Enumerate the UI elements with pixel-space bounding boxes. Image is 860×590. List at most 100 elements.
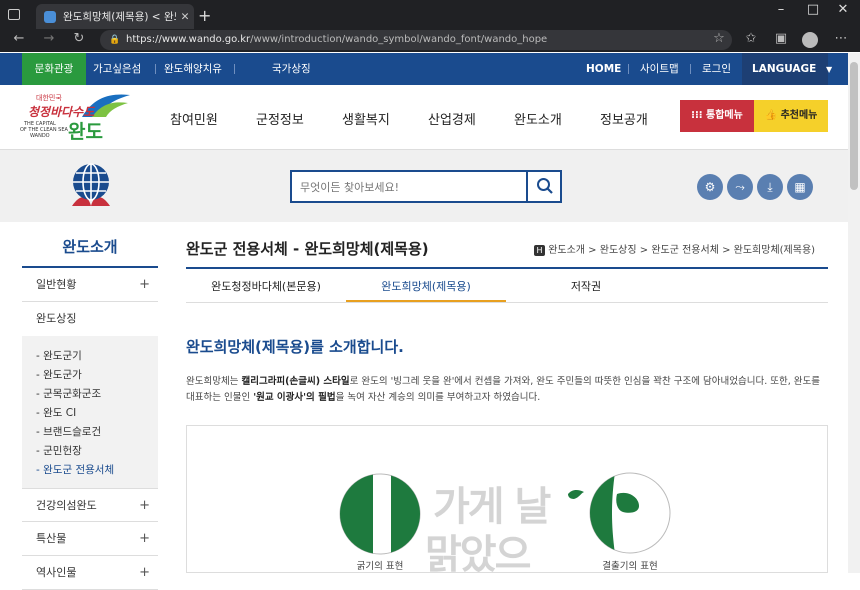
profile-avatar[interactable] xyxy=(802,32,818,48)
sidebar-item-specialty[interactable]: 특산물 + xyxy=(22,522,158,556)
forward-icon[interactable]: → xyxy=(40,31,58,46)
submenu-brand-slogan[interactable]: - 브랜드슬로건 xyxy=(36,424,101,439)
caption-stroke-ending: 결출기의 표현 xyxy=(602,561,658,572)
site-settings-icon[interactable]: ☆ xyxy=(710,31,728,46)
grid-icon: ⁝⁝⁝ xyxy=(691,110,703,121)
sidebar-item-label: 일반현황 xyxy=(36,278,77,291)
tab-hope-font[interactable]: 완도희망체(제목용) xyxy=(346,274,506,302)
sidebar-item-label: 건강의섬완도 xyxy=(36,499,97,512)
url-host: https://www.wando.go.kr xyxy=(126,34,251,45)
sidebar-item-health[interactable]: 건강의섬완도 + xyxy=(22,488,158,522)
site-favicon-icon xyxy=(44,10,56,23)
gnb-public-info[interactable]: 정보공개 xyxy=(600,109,648,128)
sidebar-title: 완도소개 xyxy=(62,238,118,256)
sidebar-item-history[interactable]: 역사인물 + xyxy=(22,556,158,590)
site-header: 대한민국 청정바다수도 THE CAPITAL OF THE CLEAN SEA… xyxy=(0,85,848,150)
font-specimen-box: 가게 날 맑았으 굵기의 표현 결출기의 표현 xyxy=(186,425,828,573)
total-menu-button[interactable]: ⁝⁝⁝ 통합메뉴 xyxy=(680,100,754,132)
caption-stroke-weight: 굵기의 표현 xyxy=(356,561,404,572)
logo-small-text: 대한민국 xyxy=(36,94,62,102)
more-menu-icon[interactable]: ⋯ xyxy=(832,31,850,46)
stroke-weight-illustration xyxy=(339,473,421,555)
site-logo[interactable]: 대한민국 청정바다수도 THE CAPITAL OF THE CLEAN SEA… xyxy=(18,91,133,145)
gear-icon[interactable]: ⚙ xyxy=(697,174,723,200)
submenu-flag[interactable]: - 완도군기 xyxy=(36,348,82,363)
collections-icon[interactable]: ▣ xyxy=(772,31,790,46)
new-tab-button[interactable]: + xyxy=(198,6,211,25)
sitemap-link[interactable]: 사이트맵 xyxy=(640,53,679,85)
download-icon[interactable]: ⤓ xyxy=(757,174,783,200)
browser-tab[interactable]: 완도희망체(제목용) < 완도군 전 ✕ xyxy=(36,4,194,29)
search-icon xyxy=(537,178,553,194)
sidebar: 완도소개 일반현황 + 완도상징 - 완도군기 - 완도군가 - 군목군화군조 … xyxy=(22,222,158,590)
lock-icon: 🔒 xyxy=(109,35,121,45)
gnb-economy[interactable]: 산업경제 xyxy=(428,109,476,128)
address-bar[interactable]: 🔒 https://www.wando.go.kr/www/introducti… xyxy=(100,30,732,50)
sidebar-submenu: - 완도군기 - 완도군가 - 군목군화군조 - 완도 CI - 브랜드슬로건 … xyxy=(22,336,158,488)
home-link[interactable]: HOME xyxy=(586,53,621,85)
share-icon[interactable]: ⤳ xyxy=(727,174,753,200)
topbar-island-link[interactable]: 가고싶은섬 xyxy=(93,53,141,85)
search-box xyxy=(290,170,562,203)
gnb-participation[interactable]: 참여민원 xyxy=(170,109,218,128)
caret-down-icon: ▼ xyxy=(826,65,833,74)
home-icon[interactable]: H xyxy=(534,245,545,256)
gnb-welfare[interactable]: 생활복지 xyxy=(342,109,390,128)
stroke-dot-mark xyxy=(568,489,584,499)
maximize-icon[interactable]: □ xyxy=(798,0,828,22)
breadcrumb-item[interactable]: 완도군 전용서체 xyxy=(651,245,719,256)
scrollbar-thumb[interactable] xyxy=(850,62,858,190)
sidebar-item-symbol[interactable]: 완도상징 xyxy=(22,302,158,336)
tab-title: 완도희망체(제목용) < 완도군 전 xyxy=(63,11,176,23)
login-link[interactable]: 로그인 xyxy=(702,53,731,85)
browser-chrome: 완도희망체(제목용) < 완도군 전 ✕ + – □ ✕ ← → ↻ 🔒 htt… xyxy=(0,0,860,52)
total-menu-label: 통합메뉴 xyxy=(706,110,743,121)
main-content: 완도군 전용서체 - 완도희망체(제목용) H 완도소개 > 완도상징 > 완도… xyxy=(186,222,828,573)
tab-clean-sea-font[interactable]: 완도청정바다체(본문용) xyxy=(186,274,346,302)
search-button[interactable] xyxy=(526,172,560,201)
specimen-sample-line2: 맑았으 xyxy=(425,532,531,573)
globe-icon xyxy=(72,163,110,206)
favorites-icon[interactable]: ✩ xyxy=(742,31,760,46)
intro-paragraph: 완도희망체는 캘리그라피(손글씨) 스타일로 완도의 '빙그레 웃을 완'에서 … xyxy=(186,376,820,403)
recommend-menu-label: 추천메뉴 xyxy=(780,110,818,121)
minimize-icon[interactable]: – xyxy=(766,0,796,22)
topbar-healing-link[interactable]: 완도해양치유 xyxy=(164,53,222,85)
tab-copyright[interactable]: 저작권 xyxy=(506,274,666,302)
topbar-national-symbol-link[interactable]: 국가상징 xyxy=(272,53,311,85)
expand-icon: + xyxy=(139,498,150,513)
breadcrumb-item[interactable]: 완도소개 xyxy=(548,245,585,256)
logo-en-line3: WANDO xyxy=(30,133,50,139)
submenu-font[interactable]: - 완도군 전용서체 xyxy=(36,462,114,477)
topbar-culture-link[interactable]: 문화관광 xyxy=(22,53,86,85)
page-title: 완도군 전용서체 - 완도희망체(제목용) xyxy=(186,240,429,258)
close-window-icon[interactable]: ✕ xyxy=(828,0,858,22)
language-select[interactable]: LANGUAGE ▼ xyxy=(742,53,832,85)
submenu-tree-flower-bird[interactable]: - 군목군화군조 xyxy=(36,386,101,401)
sidebar-item-general[interactable]: 일반현황 + xyxy=(22,268,158,302)
url-path: /www/introduction/wando_symbol/wando_fon… xyxy=(250,34,548,45)
language-label: LANGUAGE xyxy=(752,63,817,75)
submenu-song[interactable]: - 완도군가 xyxy=(36,367,82,382)
submenu-ci[interactable]: - 완도 CI xyxy=(36,405,76,420)
expand-icon: + xyxy=(139,277,150,292)
reload-icon[interactable]: ↻ xyxy=(70,31,88,46)
stroke-ending-illustration xyxy=(589,472,671,554)
logo-name: 완도 xyxy=(68,121,103,143)
close-tab-icon[interactable]: ✕ xyxy=(176,11,194,23)
recommend-menu-button[interactable]: 👍 추천메뉴 xyxy=(754,100,828,132)
qr-icon[interactable]: ▦ xyxy=(787,174,813,200)
section-heading: 완도희망체(제목용)를 소개합니다. xyxy=(186,338,404,356)
top-bar: 문화관광 가고싶은섬 완도해양치유 국가상징 HOME 사이트맵 로그인 LAN… xyxy=(0,53,848,129)
submenu-charter[interactable]: - 군민헌장 xyxy=(36,443,82,458)
back-icon[interactable]: ← xyxy=(10,31,28,46)
gnb-administration[interactable]: 군정정보 xyxy=(256,109,304,128)
breadcrumb: H 완도소개 > 완도상징 > 완도군 전용서체 > 완도희망체(제목용) xyxy=(534,241,815,256)
search-input[interactable] xyxy=(300,178,520,196)
tab-actions-icon[interactable] xyxy=(8,9,20,20)
sidebar-item-label: 특산물 xyxy=(36,532,67,545)
search-band: ⚙ ⤳ ⤓ ▦ xyxy=(0,150,848,222)
breadcrumb-item[interactable]: 완도상징 xyxy=(600,245,637,256)
expand-icon: + xyxy=(139,531,150,546)
gnb-introduction[interactable]: 완도소개 xyxy=(514,109,562,128)
